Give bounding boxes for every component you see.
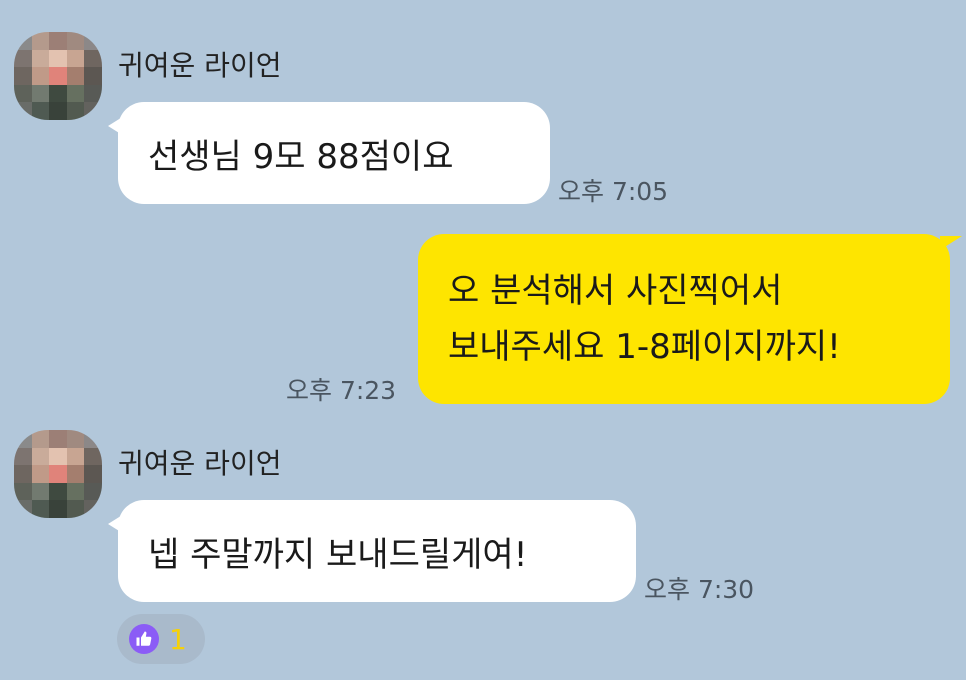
message-time: 오후 7:30	[644, 575, 755, 604]
message-text: 선생님 9모 88점이요	[148, 136, 454, 177]
message-text: 넵 주말까지 보내드릴게여!	[148, 534, 528, 575]
message-time: 오후 7:05	[558, 177, 669, 206]
incoming-message-bubble[interactable]: 넵 주말까지 보내드릴게여!	[108, 500, 636, 602]
thumbs-up-icon	[129, 624, 159, 654]
reaction-count: 1	[169, 622, 187, 656]
incoming-message-bubble[interactable]: 선생님 9모 88점이요	[108, 102, 550, 204]
bubble-tail	[940, 236, 962, 250]
avatar[interactable]	[14, 430, 102, 518]
bubble-tail	[108, 514, 124, 534]
outgoing-message-bubble[interactable]: 오 분석해서 사진찍어서 보내주세요 1-8페이지까지!	[418, 234, 962, 404]
message-text-line-1: 오 분석해서 사진찍어서	[448, 271, 783, 311]
sender-name: 귀여운 라이언	[118, 447, 282, 480]
bubble-tail	[108, 116, 124, 136]
message-time: 오후 7:23	[286, 376, 397, 405]
reaction-badge[interactable]: 1	[117, 614, 205, 664]
avatar[interactable]	[14, 32, 102, 120]
sender-name: 귀여운 라이언	[118, 49, 282, 82]
message-text-line-2: 보내주세요 1-8페이지까지!	[448, 327, 841, 367]
